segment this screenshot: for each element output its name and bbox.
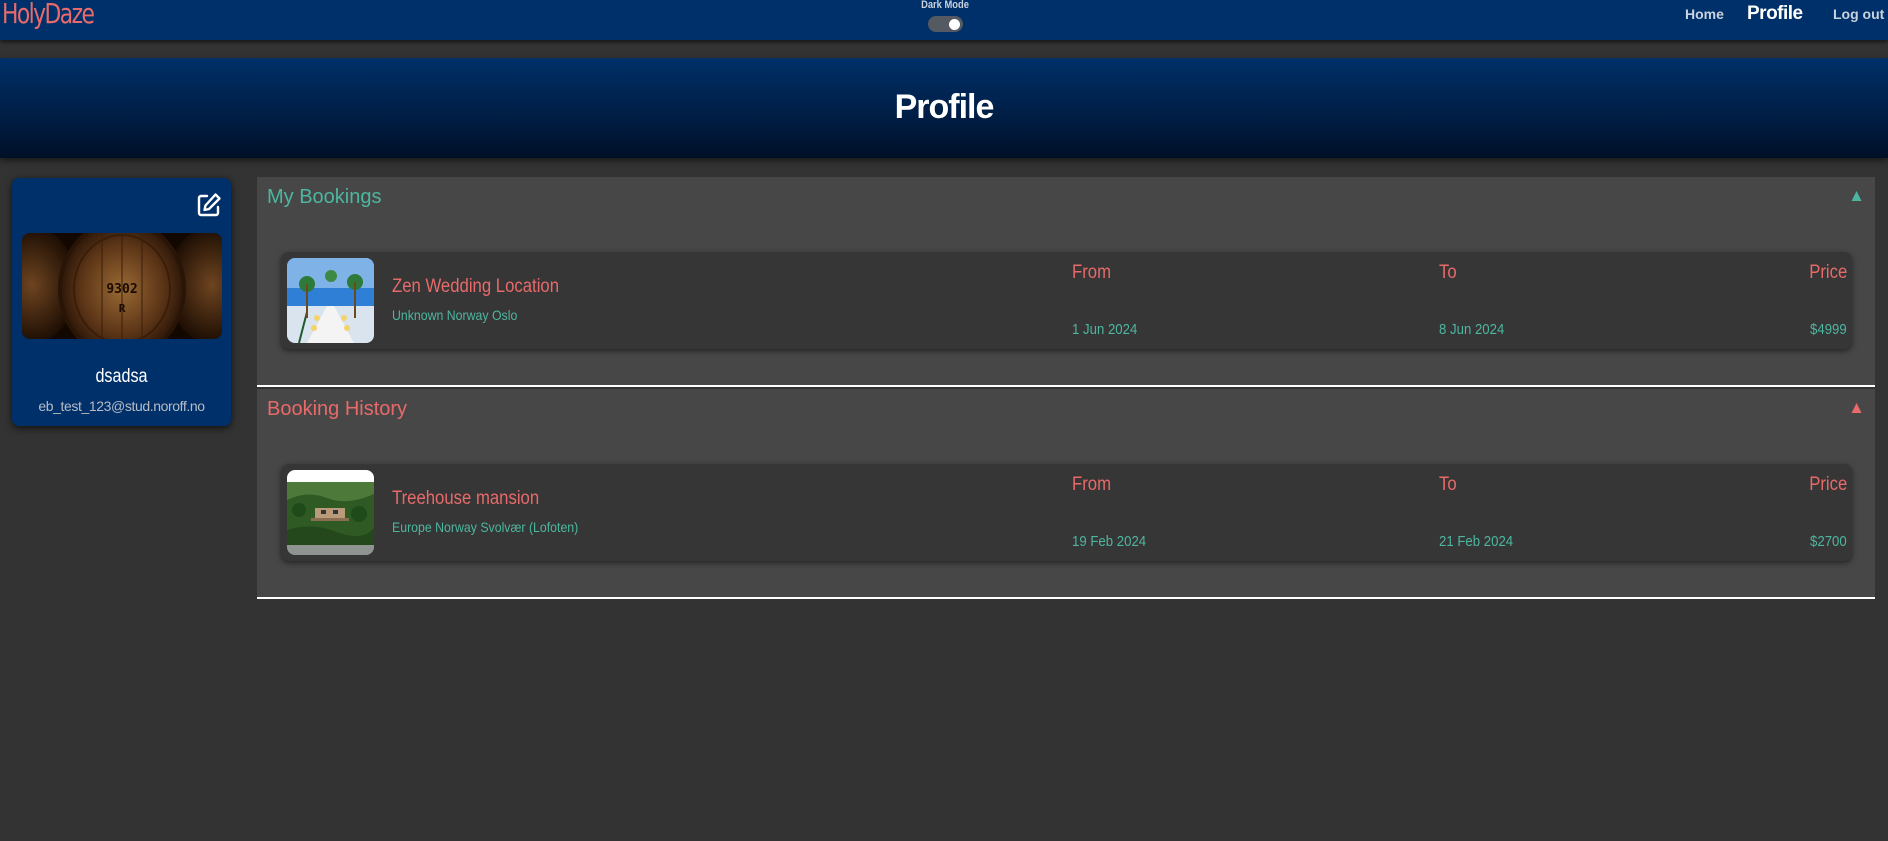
- top-navbar: HolyDaze Dark Mode Home Profile Log out: [0, 0, 1888, 40]
- from-date: 19 Feb 2024: [1072, 533, 1147, 550]
- nav-profile-link[interactable]: Profile: [1747, 3, 1803, 25]
- page-title: Profile: [894, 88, 995, 126]
- booking-row[interactable]: Zen Wedding Location Unknown Norway Oslo…: [281, 252, 1852, 349]
- from-date: 1 Jun 2024: [1072, 321, 1138, 338]
- nav-home-link[interactable]: Home: [1685, 6, 1724, 22]
- booking-thumbnail: [287, 470, 374, 555]
- price-header: Price: [1808, 262, 1847, 283]
- my-bookings-section: My Bookings ▲ Zen Wedding Location Unkno…: [257, 177, 1875, 387]
- collapse-arrow-icon[interactable]: ▲: [1848, 398, 1865, 418]
- booking-history-section: Booking History ▲ Treehouse mansion Euro…: [257, 389, 1875, 599]
- booking-venue-name[interactable]: Treehouse mansion: [392, 488, 539, 510]
- dark-mode-control: Dark Mode: [910, 0, 980, 37]
- toggle-knob: [948, 19, 960, 30]
- profile-avatar: 9302 R: [22, 233, 222, 339]
- edit-icon[interactable]: [196, 192, 222, 218]
- my-bookings-title[interactable]: My Bookings: [267, 186, 382, 209]
- booking-price: $2700: [1810, 533, 1847, 550]
- booking-price: $4999: [1810, 321, 1847, 338]
- forest-house-image: [287, 470, 374, 555]
- to-header: To: [1439, 474, 1457, 495]
- svg-text:R: R: [119, 302, 126, 315]
- to-date: 8 Jun 2024: [1439, 321, 1505, 338]
- page-hero-banner: Profile: [0, 58, 1888, 158]
- profile-email: eb_test_123@stud.noroff.no: [38, 398, 205, 414]
- from-header: From: [1072, 262, 1112, 283]
- to-date: 21 Feb 2024: [1439, 533, 1514, 550]
- to-header: To: [1439, 262, 1457, 283]
- nav-logout-link[interactable]: Log out: [1833, 6, 1884, 22]
- dark-mode-toggle[interactable]: [927, 16, 963, 32]
- wine-barrel-image: 9302 R: [22, 233, 222, 339]
- booking-location: Europe Norway Svolvær (Lofoten): [392, 519, 579, 535]
- svg-text:9302: 9302: [106, 282, 137, 297]
- brand-logo[interactable]: HolyDaze: [2, 0, 95, 30]
- booking-history-title[interactable]: Booking History: [267, 398, 407, 421]
- booking-location: Unknown Norway Oslo: [392, 307, 518, 323]
- booking-venue-name[interactable]: Zen Wedding Location: [392, 276, 559, 298]
- profile-card: 9302 R dsadsa eb_test_123@stud.noroff.no: [12, 178, 231, 426]
- dark-mode-label: Dark Mode: [921, 0, 969, 11]
- booking-row[interactable]: Treehouse mansion Europe Norway Svolvær …: [281, 464, 1852, 561]
- booking-thumbnail: [287, 258, 374, 343]
- from-header: From: [1072, 474, 1112, 495]
- price-header: Price: [1808, 474, 1847, 495]
- profile-name: dsadsa: [95, 366, 148, 387]
- collapse-arrow-icon[interactable]: ▲: [1848, 186, 1865, 206]
- beach-wedding-image: [287, 258, 374, 343]
